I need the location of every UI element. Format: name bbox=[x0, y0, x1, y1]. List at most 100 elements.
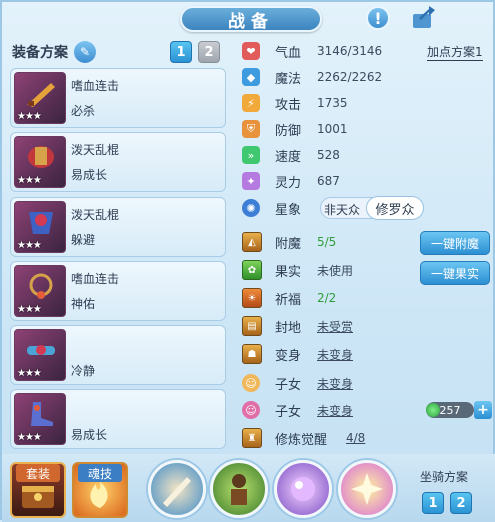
stat-row: ⛨ 防御 1001 bbox=[242, 118, 492, 140]
equip-name: 嗜血连击 bbox=[71, 79, 120, 93]
burst-icon bbox=[351, 473, 383, 505]
equip-card[interactable]: ★★★ 泼天乱棍 易成长 bbox=[10, 132, 226, 192]
green-orb-icon bbox=[426, 403, 440, 417]
cultivation-icon: ♜ bbox=[242, 428, 262, 448]
stat-value: 4/8 bbox=[346, 431, 366, 445]
stat-label: 灵力 bbox=[275, 175, 302, 191]
helmet-icon: ★★★ bbox=[14, 136, 66, 188]
stat-row: ☀ 祈福 2/2 bbox=[242, 287, 492, 309]
stat-label: 气血 bbox=[275, 45, 302, 61]
sword-icon bbox=[163, 477, 191, 507]
stat-value: 5/5 bbox=[317, 235, 337, 249]
equip-subtitle: 躲避 bbox=[71, 233, 96, 247]
star-rating: ★★★ bbox=[17, 111, 42, 122]
plus-button[interactable]: + bbox=[474, 401, 492, 419]
warrior-icon bbox=[231, 474, 247, 505]
fruit-icon: ✿ bbox=[242, 260, 262, 280]
stat-label: 封地 bbox=[275, 320, 302, 336]
stat-label: 变身 bbox=[275, 348, 302, 364]
equip-name: 嗜血连击 bbox=[71, 272, 120, 286]
share-button[interactable] bbox=[410, 5, 438, 31]
stat-label: 魔法 bbox=[275, 71, 302, 87]
skill-button[interactable] bbox=[148, 460, 206, 518]
stat-value: 未使用 bbox=[317, 263, 354, 278]
stat-value: 1735 bbox=[317, 96, 348, 110]
child-icon: ☺ bbox=[242, 401, 260, 419]
speed-icon: » bbox=[242, 146, 260, 164]
equip-subtitle: 冷静 bbox=[71, 364, 96, 378]
spirit-icon: ✦ bbox=[242, 172, 260, 190]
stat-value: 2262/2262 bbox=[317, 70, 383, 84]
edit-icon[interactable]: ✎ bbox=[74, 41, 96, 63]
stat-value: 未变身 bbox=[317, 347, 354, 362]
equip-card[interactable]: ★★★ 冷静 bbox=[10, 325, 226, 385]
equip-card[interactable]: ★★★ 嗜血连击 必杀 bbox=[10, 68, 226, 128]
one-click-enchant-button[interactable]: 一键附魔 bbox=[420, 231, 490, 255]
scheme-button-2[interactable]: 2 bbox=[198, 41, 220, 63]
mount-scheme-label: 坐骑方案 bbox=[420, 470, 469, 484]
equip-subtitle: 易成长 bbox=[71, 168, 108, 182]
stat-value: 528 bbox=[317, 148, 340, 162]
heart-icon: ❤ bbox=[242, 42, 260, 60]
equip-subtitle: 易成长 bbox=[71, 428, 108, 442]
boots-icon: ★★★ bbox=[14, 393, 66, 445]
belt-icon: ★★★ bbox=[14, 329, 66, 381]
equip-card[interactable]: ★★★ 易成长 bbox=[10, 389, 226, 449]
mount-scheme-button-1[interactable]: 1 bbox=[422, 492, 444, 514]
attack-icon: ⚡ bbox=[242, 94, 260, 112]
star-rating: ★★★ bbox=[17, 304, 42, 315]
stat-label: 子女 bbox=[275, 404, 302, 420]
xingxiang-option-a[interactable]: 非天众 bbox=[324, 201, 360, 218]
stat-row: ⚡ 攻击 1735 bbox=[242, 92, 492, 114]
stat-row: ✦ 灵力 687 bbox=[242, 170, 492, 192]
one-click-fruit-button[interactable]: 一键果实 bbox=[420, 261, 490, 285]
necklace-icon: ★★★ bbox=[14, 265, 66, 317]
orb-icon bbox=[291, 477, 315, 501]
equip-subtitle: 神佑 bbox=[71, 297, 96, 311]
stat-label: 果实 bbox=[275, 264, 302, 280]
exclamation-icon: ! bbox=[366, 6, 390, 30]
mount-scheme-button-2[interactable]: 2 bbox=[450, 492, 472, 514]
equip-scheme-label: 装备方案 bbox=[12, 45, 68, 61]
equip-name: 泼天乱棍 bbox=[71, 143, 120, 157]
stat-value: 1001 bbox=[317, 122, 348, 136]
stat-value: 未变身 bbox=[317, 403, 354, 418]
page-title: 战备 bbox=[180, 6, 322, 32]
stat-label: 防御 bbox=[275, 123, 302, 139]
weapon-icon: ★★★ bbox=[14, 72, 66, 124]
stat-row: ☺ 子女 未变身 bbox=[242, 372, 492, 394]
soul-skill-tab-label: 魂技 bbox=[78, 464, 122, 482]
stat-label: 攻击 bbox=[275, 97, 302, 113]
equip-scheme-header: 装备方案 ✎ bbox=[12, 40, 228, 64]
alert-button[interactable]: ! bbox=[364, 5, 392, 31]
equip-name: 泼天乱棍 bbox=[71, 208, 120, 222]
stat-label: 祈福 bbox=[275, 292, 302, 308]
stat-label: 星象 bbox=[275, 202, 302, 218]
stat-row: ▤ 封地 未受赏 bbox=[242, 315, 492, 337]
stat-row: ♜ 修炼觉醒 4/8 bbox=[242, 427, 492, 449]
stat-value: 3146/3146 bbox=[317, 44, 383, 58]
star-rating: ★★★ bbox=[17, 432, 42, 443]
transform-icon: ☗ bbox=[242, 344, 262, 364]
stat-label: 速度 bbox=[275, 149, 302, 165]
enchant-icon: ◭ bbox=[242, 232, 262, 252]
xingxiang-option-b[interactable]: 修罗众 bbox=[366, 196, 424, 220]
equip-card[interactable]: ★★★ 泼天乱棍 躲避 bbox=[10, 197, 226, 257]
star-rating: ★★★ bbox=[17, 175, 42, 186]
blessing-icon: ☀ bbox=[242, 288, 262, 308]
stat-row: ❤ 气血 3146/3146 bbox=[242, 40, 492, 62]
armor-icon: ★★★ bbox=[14, 201, 66, 253]
skill-button[interactable] bbox=[210, 460, 268, 518]
fief-icon: ▤ bbox=[242, 316, 262, 336]
star-sign-icon: ✺ bbox=[242, 199, 260, 217]
stat-row: ◆ 魔法 2262/2262 bbox=[242, 66, 492, 88]
equip-card[interactable]: ★★★ 嗜血连击 神佑 bbox=[10, 261, 226, 321]
equip-subtitle: 必杀 bbox=[71, 104, 96, 118]
defense-icon: ⛨ bbox=[242, 120, 260, 138]
scheme-button-1[interactable]: 1 bbox=[170, 41, 192, 63]
skill-button[interactable] bbox=[274, 460, 332, 518]
stat-row: ☗ 变身 未变身 bbox=[242, 343, 492, 365]
skill-button[interactable] bbox=[338, 460, 396, 518]
star-rating: ★★★ bbox=[17, 368, 42, 379]
stat-value: 未变身 bbox=[317, 376, 354, 391]
